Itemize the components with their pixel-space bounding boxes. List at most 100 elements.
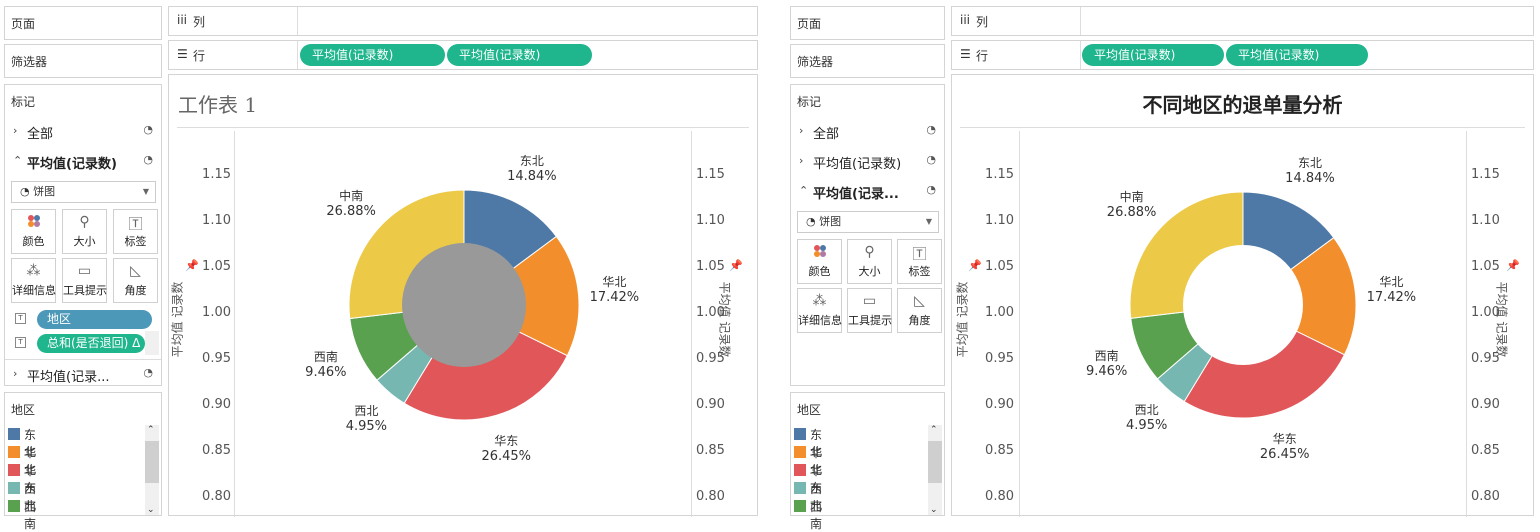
- legend-swatch: [794, 482, 806, 494]
- mark-type-value: 饼图: [33, 185, 56, 198]
- tooltip-button[interactable]: ▭ 工具提示: [62, 258, 107, 303]
- marks-row-label: 全部: [27, 127, 54, 142]
- scroll-thumb[interactable]: [145, 441, 159, 483]
- label-button[interactable]: 🅃 标签: [113, 209, 158, 254]
- angle-button[interactable]: ◺ 角度: [897, 288, 942, 333]
- field-pill-returned[interactable]: 总和(是否退回) Δ: [37, 334, 145, 353]
- columns-label: 列: [976, 15, 989, 29]
- legend-swatch: [8, 482, 20, 494]
- detail-button[interactable]: ⁂ 详细信息: [11, 258, 56, 303]
- chevron-icon: ›: [13, 367, 18, 380]
- shelf-divider: [297, 7, 298, 35]
- legend-label: 西南: [24, 500, 37, 531]
- slice-category: 西南: [313, 349, 338, 364]
- field-pill-region[interactable]: 地区: [37, 310, 152, 329]
- field-type-icon: T: [15, 313, 26, 324]
- legend-title: 地区: [11, 403, 36, 417]
- clock-icon: ◔: [926, 123, 936, 136]
- marks-row-avg-2[interactable]: ⌃ 平均值(记录... ◔: [791, 177, 944, 205]
- rows-shelf[interactable]: ☰ 行 平均值(记录数) 平均值(记录数): [951, 40, 1534, 70]
- detail-label: 详细信息: [12, 284, 56, 297]
- slice-percent: 4.95%: [345, 419, 388, 435]
- size-button[interactable]: ⚲ 大小: [847, 239, 892, 284]
- slice-percent: 26.88%: [326, 203, 376, 219]
- label-label: 标签: [908, 265, 931, 278]
- donut-chart[interactable]: [952, 75, 1535, 517]
- legend-swatch: [794, 446, 806, 458]
- pages-pane[interactable]: 页面: [4, 6, 162, 40]
- detail-button[interactable]: ⁂ 详细信息: [797, 288, 842, 333]
- slice-category: 中南: [339, 188, 364, 203]
- size-button[interactable]: ⚲ 大小: [62, 209, 107, 254]
- tooltip-icon: ▭: [77, 263, 92, 279]
- slice-category: 西北: [1134, 402, 1159, 417]
- marks-row-avg[interactable]: › 平均值(记录数) ◔: [791, 147, 944, 175]
- size-icon: ⚲: [79, 214, 90, 230]
- filters-label: 筛选器: [11, 55, 48, 69]
- marks-row-all[interactable]: › 全部 ◔: [791, 117, 944, 145]
- pages-pane[interactable]: 页面: [790, 6, 945, 40]
- scroll-up-icon[interactable]: ⌃: [147, 425, 155, 435]
- color-button[interactable]: 颜色: [11, 209, 56, 254]
- slice-category: 西北: [354, 404, 379, 419]
- marks-row-label: 平均值(记录...: [27, 370, 110, 385]
- size-label: 大小: [858, 265, 881, 278]
- mark-type-dropdown[interactable]: ◔ 饼图 ▼: [797, 211, 939, 233]
- filters-pane[interactable]: 筛选器: [4, 44, 162, 78]
- scroll-up-icon[interactable]: ⌃: [930, 425, 938, 435]
- slice-percent: 26.88%: [1106, 205, 1157, 221]
- clock-icon: ◔: [926, 183, 936, 196]
- color-label: 颜色: [808, 265, 831, 278]
- angle-button[interactable]: ◺ 角度: [113, 258, 158, 303]
- marks-row-label: 平均值(记录数): [27, 157, 117, 172]
- pie-center[interactable]: [402, 243, 526, 367]
- filters-label: 筛选器: [797, 55, 834, 69]
- chevron-icon: ›: [799, 124, 804, 137]
- row-pill-2[interactable]: 平均值(记录数): [1226, 44, 1368, 66]
- marks-row-avg-2[interactable]: › 平均值(记录... ◔: [5, 359, 161, 387]
- slice-label: 华东 26.45%: [471, 432, 541, 464]
- color-button[interactable]: 颜色: [797, 239, 842, 284]
- text-label-icon: 🅃: [128, 217, 143, 233]
- angle-icon: ◺: [914, 293, 925, 309]
- row-pill-1[interactable]: 平均值(记录数): [1082, 44, 1224, 66]
- pie-center[interactable]: [1183, 245, 1303, 365]
- slice-label: 东北 14.84%: [497, 152, 567, 184]
- mark-type-dropdown[interactable]: ◔ 饼图 ▼: [11, 181, 156, 203]
- slice-percent: 26.45%: [481, 448, 532, 464]
- columns-shelf[interactable]: iii 列: [168, 6, 758, 36]
- angle-icon: ◺: [130, 263, 141, 279]
- shelf-divider: [1080, 41, 1081, 69]
- rows-shelf[interactable]: ☰ 行 平均值(记录数) 平均值(记录数): [168, 40, 758, 70]
- tooltip-button[interactable]: ▭ 工具提示: [847, 288, 892, 333]
- scroll-down-icon[interactable]: ⌄: [147, 505, 155, 515]
- pie-chart[interactable]: [169, 75, 759, 517]
- legend-scrollbar[interactable]: ⌃ ⌄: [145, 425, 159, 515]
- rows-label: 行: [976, 49, 989, 63]
- slice-label: 中南 26.88%: [316, 187, 386, 219]
- slice-percent: 9.46%: [305, 364, 347, 380]
- chevron-icon: ⌃: [13, 154, 23, 167]
- label-label: 标签: [124, 235, 147, 248]
- legend-swatch: [8, 446, 20, 458]
- label-button[interactable]: 🅃 标签: [897, 239, 942, 284]
- marks-row-label: 平均值(记录数): [813, 157, 902, 172]
- columns-shelf[interactable]: iii 列: [951, 6, 1534, 36]
- row-pill-2[interactable]: 平均值(记录数): [447, 44, 592, 66]
- scroll-down-icon[interactable]: ⌄: [930, 505, 938, 515]
- detail-label: 详细信息: [798, 314, 842, 327]
- legend-scrollbar[interactable]: ⌃ ⌄: [928, 425, 942, 515]
- slice-percent: 14.84%: [1285, 170, 1335, 186]
- tooltip-label: 工具提示: [63, 284, 107, 297]
- row-pill-1[interactable]: 平均值(记录数): [300, 44, 445, 66]
- fields-scrollbar[interactable]: [145, 331, 159, 355]
- dropdown-arrow-icon: ▼: [142, 187, 149, 196]
- rows-icon: ☰: [960, 47, 971, 61]
- slice-percent: 4.95%: [1126, 417, 1168, 433]
- marks-row-all[interactable]: › 全部 ◔: [5, 117, 161, 145]
- legend-swatch: [794, 464, 806, 476]
- marks-row-avg[interactable]: ⌃ 平均值(记录数) ◔: [5, 147, 161, 175]
- color-icon: [798, 244, 841, 262]
- scroll-thumb[interactable]: [928, 441, 942, 483]
- filters-pane[interactable]: 筛选器: [790, 44, 945, 78]
